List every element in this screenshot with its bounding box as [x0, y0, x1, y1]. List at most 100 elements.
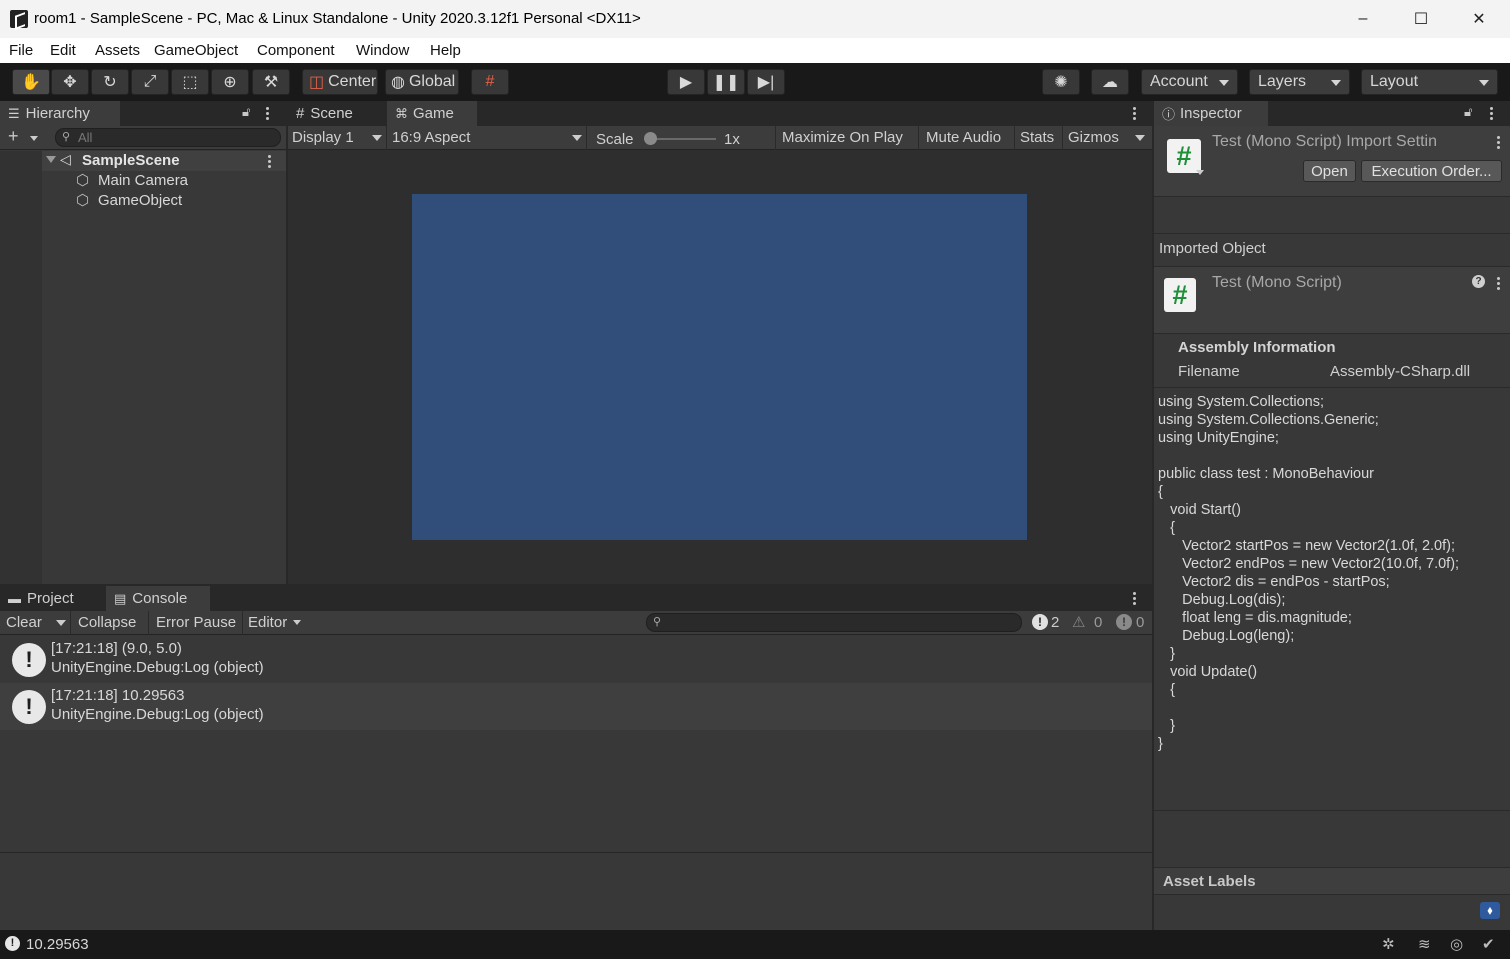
status-message[interactable]: 10.29563 [26, 936, 89, 953]
hierarchy-search-input[interactable]: ⚲ All [55, 128, 281, 147]
scene-name: SampleScene [82, 152, 180, 169]
gamepad-icon: ⌘ [395, 105, 408, 121]
display-dropdown[interactable]: Display 1 [292, 129, 354, 146]
info-icon: ! [12, 643, 46, 677]
log-entry[interactable]: ! [17:21:18] (9.0, 5.0) UnityEngine.Debu… [0, 636, 1152, 683]
cache-server-icon[interactable]: ≋ [1418, 935, 1431, 953]
maximize-button[interactable]: ☐ [1392, 0, 1450, 38]
chevron-down-icon [572, 135, 582, 141]
tab-game[interactable]: ⌘ Game [387, 101, 477, 126]
pause-button[interactable]: ❚❚ [707, 69, 745, 95]
scene-menu-icon[interactable] [268, 155, 272, 170]
menu-window[interactable]: Window [356, 42, 409, 59]
menu-bar: File Edit Assets GameObject Component Wi… [0, 38, 1510, 63]
menu-component[interactable]: Component [257, 42, 335, 59]
script-menu-icon[interactable] [1497, 277, 1501, 292]
log-entry[interactable]: ! [17:21:18] 10.29563 UnityEngine.Debug:… [0, 683, 1152, 730]
scene-row[interactable]: ◁ SampleScene [42, 151, 286, 171]
hierarchy-item[interactable]: ⬡ GameObject [42, 191, 286, 211]
hand-tool-icon[interactable]: ✋ [12, 69, 50, 95]
console-menu-icon[interactable] [1133, 592, 1137, 607]
menu-edit[interactable]: Edit [50, 42, 76, 59]
unity-logo-icon [10, 10, 28, 28]
window-title: room1 - SampleScene - PC, Mac & Linux St… [34, 10, 641, 27]
expand-arrow-icon[interactable] [46, 156, 56, 163]
close-button[interactable]: ✕ [1450, 0, 1508, 38]
search-icon: ⚲ [62, 131, 71, 143]
scale-slider[interactable] [648, 138, 716, 140]
aspect-dropdown[interactable]: 16:9 Aspect [392, 129, 470, 146]
execution-order-button[interactable]: Execution Order... [1361, 160, 1502, 182]
grid-snap-icon[interactable]: # [471, 69, 509, 95]
collapse-toggle[interactable]: Collapse [78, 614, 136, 631]
error-count-toggle[interactable]: ! 0 [1114, 613, 1152, 633]
maximize-on-play-toggle[interactable]: Maximize On Play [782, 129, 903, 146]
cloud-icon[interactable]: ☁ [1091, 69, 1129, 95]
menu-file[interactable]: File [9, 42, 33, 59]
log-count-toggle[interactable]: ! 2 [1030, 613, 1070, 633]
error-pause-toggle[interactable]: Error Pause [156, 614, 236, 631]
search-icon: ⚲ [653, 616, 662, 628]
hierarchy-item[interactable]: ⬡ Main Camera [42, 171, 286, 191]
scale-tool-icon[interactable]: ⤢ [131, 69, 169, 95]
tab-scene[interactable]: # Scene [288, 101, 384, 126]
open-button[interactable]: Open [1303, 160, 1356, 182]
help-icon[interactable]: ? [1472, 275, 1485, 288]
script-header: # Test (Mono Script) ? [1154, 267, 1510, 333]
menu-help[interactable]: Help [430, 42, 461, 59]
grid-icon: # [296, 105, 305, 122]
tab-console[interactable]: ▤ Console [106, 586, 210, 611]
tab-hierarchy[interactable]: ☰ Hierarchy [0, 101, 120, 126]
move-tool-icon[interactable]: ✥ [51, 69, 89, 95]
unity-scene-icon: ◁ [60, 151, 71, 167]
menu-gameobject[interactable]: GameObject [154, 42, 238, 59]
account-dropdown[interactable]: Account [1141, 69, 1238, 95]
globe-icon: ◍ [391, 74, 405, 91]
step-button[interactable]: ▶| [747, 69, 785, 95]
collab-icon[interactable]: ✺ [1042, 69, 1080, 95]
clear-options-icon[interactable] [56, 620, 66, 626]
bug-icon[interactable]: ✲ [1382, 935, 1395, 953]
editor-dropdown[interactable]: Editor [248, 614, 287, 631]
pivot-center-button[interactable]: ◫ Center [302, 69, 378, 95]
console-search-input[interactable]: ⚲ [646, 613, 1022, 632]
console-icon: ▤ [114, 590, 127, 606]
inspector-menu-icon[interactable] [1490, 107, 1494, 122]
rotate-tool-icon[interactable]: ↻ [91, 69, 129, 95]
layout-dropdown[interactable]: Layout [1361, 69, 1498, 95]
info-icon: ! [1032, 614, 1048, 630]
gizmos-dropdown-icon[interactable] [1135, 135, 1145, 141]
add-dropdown-icon[interactable] [30, 136, 38, 141]
gizmos-toggle[interactable]: Gizmos [1068, 129, 1119, 146]
tag-icon[interactable]: ⬧ [1480, 902, 1500, 919]
game-menu-icon[interactable] [1133, 107, 1137, 122]
header-menu-icon[interactable] [1497, 136, 1501, 151]
info-icon: ! [12, 690, 46, 724]
lock-icon[interactable]: 🔓︎ [1464, 104, 1472, 120]
info-icon: ! [5, 936, 20, 951]
chevron-down-icon [372, 135, 382, 141]
rect-tool-icon[interactable]: ⬚ [171, 69, 209, 95]
minimize-button[interactable]: – [1334, 0, 1392, 38]
scale-slider-handle[interactable] [644, 132, 657, 145]
layers-dropdown[interactable]: Layers [1249, 69, 1350, 95]
game-viewport[interactable] [412, 194, 1027, 540]
menu-assets[interactable]: Assets [95, 42, 140, 59]
warning-count-toggle[interactable]: ⚠ 0 [1072, 613, 1112, 633]
clear-button[interactable]: Clear [6, 614, 42, 631]
play-button[interactable]: ▶ [667, 69, 705, 95]
lock-icon[interactable]: 🔓︎ [242, 104, 250, 120]
transform-tool-icon[interactable]: ⊕ [211, 69, 249, 95]
mute-audio-toggle[interactable]: Mute Audio [926, 129, 1001, 146]
stats-toggle[interactable]: Stats [1020, 129, 1054, 146]
add-button[interactable]: + [8, 126, 19, 147]
tab-inspector[interactable]: ⓘ Inspector [1154, 101, 1268, 126]
network-icon[interactable]: ◎ [1450, 935, 1463, 953]
main-toolbar: ✋ ✥ ↻ ⤢ ⬚ ⊕ ⚒ ◫ Center ◍ Global # ▶ ❚❚ ▶… [0, 63, 1510, 101]
tab-project[interactable]: ▬ Project [0, 586, 104, 611]
progress-check-icon[interactable]: ✔ [1482, 935, 1495, 953]
space-global-button[interactable]: ◍ Global [385, 69, 459, 95]
custom-tool-icon[interactable]: ⚒ [252, 69, 290, 95]
script-title: Test (Mono Script) [1212, 274, 1342, 291]
hierarchy-menu-icon[interactable] [266, 107, 270, 122]
